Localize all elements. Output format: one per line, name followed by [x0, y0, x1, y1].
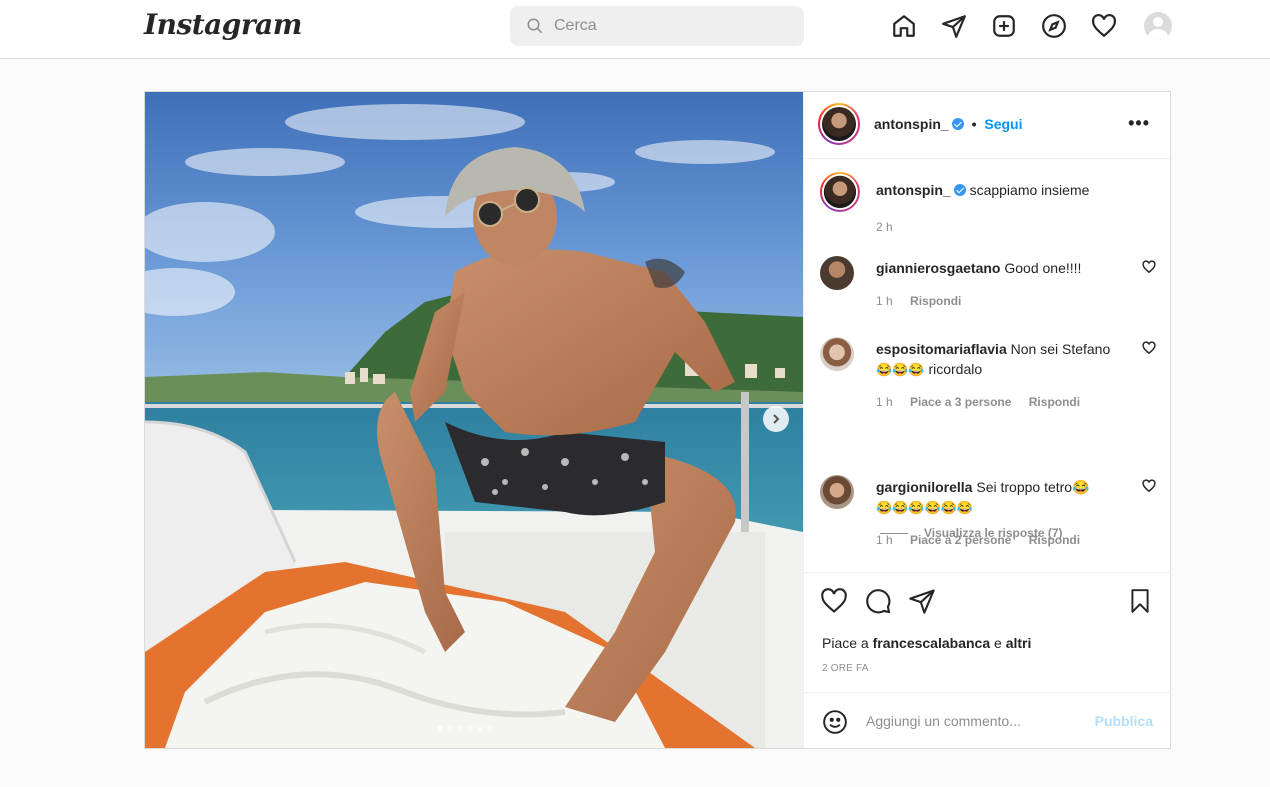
reply-button[interactable]: Rispondi — [910, 294, 961, 308]
likes-summary: Piace a francescalabanca e altri — [822, 635, 1031, 651]
likes-others-link[interactable]: altri — [1006, 635, 1032, 651]
post-date[interactable]: 2 ORE FA — [822, 663, 869, 674]
caption-username[interactable]: antonspin_ — [876, 182, 951, 198]
emoji-icon[interactable] — [822, 709, 848, 735]
activity-heart-icon[interactable] — [1090, 12, 1118, 40]
comment-emoji: 😂😂😂😂😂😂 — [876, 500, 974, 515]
comment-like-heart-icon[interactable] — [1142, 479, 1156, 493]
comment-bubble-icon[interactable] — [864, 587, 892, 615]
caption-avatar[interactable] — [820, 172, 860, 212]
author-avatar[interactable] — [818, 103, 860, 145]
comment-item: giannierosgaetano Good one!!!! 1 h Rispo… — [820, 256, 1160, 316]
carousel-dot — [477, 726, 483, 732]
search-icon — [527, 18, 543, 34]
caption-time[interactable]: 2 h — [876, 220, 893, 234]
caption-meta: 2 h — [876, 220, 907, 234]
comment-likes-count[interactable]: Piace a 2 persone — [910, 533, 1011, 547]
comment-body: Non sei Stefano — [1010, 341, 1111, 357]
add-comment-bar: Pubblica — [804, 692, 1171, 748]
comment-input[interactable] — [866, 707, 1086, 735]
nav-icons — [890, 12, 1172, 40]
comment-item: espositomariaflavia Non sei Stefano 😂😂😂 … — [820, 337, 1160, 437]
carousel-dot — [457, 726, 463, 732]
comments-list: antonspin_ scappiamo insieme 2 h giannie… — [804, 159, 1171, 572]
comment-item: gargionilorella Sei troppo tetro😂 😂😂😂😂😂😂… — [820, 475, 1160, 572]
post-photo[interactable] — [145, 92, 803, 748]
comment-like-heart-icon[interactable] — [1142, 260, 1156, 274]
comment-time[interactable]: 1 h — [876, 533, 893, 547]
likes-conjunction: e — [994, 635, 1002, 651]
chevron-right-icon — [773, 414, 780, 424]
caption-body: scappiamo insieme — [969, 182, 1090, 198]
top-navbar: Instagram — [0, 0, 1270, 59]
comment-meta: 1 h Rispondi — [876, 294, 975, 308]
more-options-icon[interactable]: ••• — [1128, 114, 1150, 132]
caption: antonspin_ scappiamo insieme 2 h — [820, 172, 1160, 234]
comment-text: giannierosgaetano Good one!!!! — [876, 258, 1136, 278]
direct-icon[interactable] — [940, 12, 968, 40]
new-post-icon[interactable] — [990, 12, 1018, 40]
comment-body: Sei troppo tetro😂 — [976, 479, 1090, 495]
comment-time[interactable]: 1 h — [876, 294, 893, 308]
comment-avatar[interactable] — [820, 337, 854, 371]
verified-badge-icon — [953, 184, 966, 196]
bookmark-icon[interactable] — [1127, 587, 1153, 615]
caption-text: antonspin_ scappiamo insieme — [876, 180, 1136, 200]
comment-meta: 1 h Piace a 2 persone Rispondi — [876, 533, 1094, 547]
explore-icon[interactable] — [1040, 12, 1068, 40]
comment-avatar[interactable] — [820, 475, 854, 509]
verified-badge-icon — [951, 118, 964, 130]
comment-like-heart-icon[interactable] — [1142, 341, 1156, 355]
home-icon[interactable] — [890, 12, 918, 40]
likes-username[interactable]: francescalabanca — [873, 635, 991, 651]
post-header: antonspin_ • Segui ••• — [804, 92, 1170, 159]
post-card: antonspin_ • Segui ••• antonspin_ scappi… — [144, 91, 1171, 749]
post-sidebar: antonspin_ • Segui ••• antonspin_ scappi… — [803, 92, 1171, 748]
carousel-dot — [447, 726, 453, 732]
post-actions: Piace a francescalabanca e altri 2 ORE F… — [804, 572, 1171, 692]
profile-avatar[interactable] — [1144, 12, 1172, 40]
comment-avatar[interactable] — [820, 256, 854, 290]
comment-body: Good one!!!! — [1004, 260, 1082, 276]
comment-username[interactable]: giannierosgaetano — [876, 260, 1000, 276]
carousel-indicator — [437, 726, 497, 732]
search-box[interactable] — [510, 6, 804, 46]
likes-prefix: Piace a — [822, 635, 869, 651]
carousel-dot — [487, 726, 493, 732]
comment-body-continued: ricordalo — [928, 361, 983, 377]
comment-username[interactable]: espositomariaflavia — [876, 341, 1007, 357]
post-image — [145, 92, 803, 748]
like-heart-icon[interactable] — [820, 587, 848, 615]
reply-button[interactable]: Rispondi — [1029, 533, 1080, 547]
comment-time[interactable]: 1 h — [876, 395, 893, 409]
carousel-next-button[interactable] — [763, 406, 789, 432]
separator-dot: • — [971, 116, 977, 132]
comment-text: espositomariaflavia Non sei Stefano 😂😂😂 … — [876, 339, 1136, 380]
carousel-dot — [437, 726, 443, 732]
publish-button[interactable]: Pubblica — [1095, 713, 1153, 729]
action-icons — [820, 587, 952, 615]
follow-button[interactable]: Segui — [984, 116, 1022, 132]
carousel-dot — [467, 726, 473, 732]
comment-text: gargionilorella Sei troppo tetro😂 😂😂😂😂😂😂 — [876, 477, 1136, 518]
comment-username[interactable]: gargionilorella — [876, 479, 972, 495]
author-username[interactable]: antonspin_ — [874, 116, 949, 132]
author-line: antonspin_ • Segui — [874, 116, 1022, 132]
reply-button[interactable]: Rispondi — [1029, 395, 1080, 409]
comment-meta: 1 h Piace a 3 persone Rispondi — [876, 395, 1094, 409]
share-direct-icon[interactable] — [908, 587, 936, 615]
instagram-logo[interactable]: Instagram — [144, 8, 302, 41]
comment-likes-count[interactable]: Piace a 3 persone — [910, 395, 1011, 409]
search-input[interactable] — [554, 12, 794, 40]
comment-emoji: 😂😂😂 — [876, 362, 925, 377]
